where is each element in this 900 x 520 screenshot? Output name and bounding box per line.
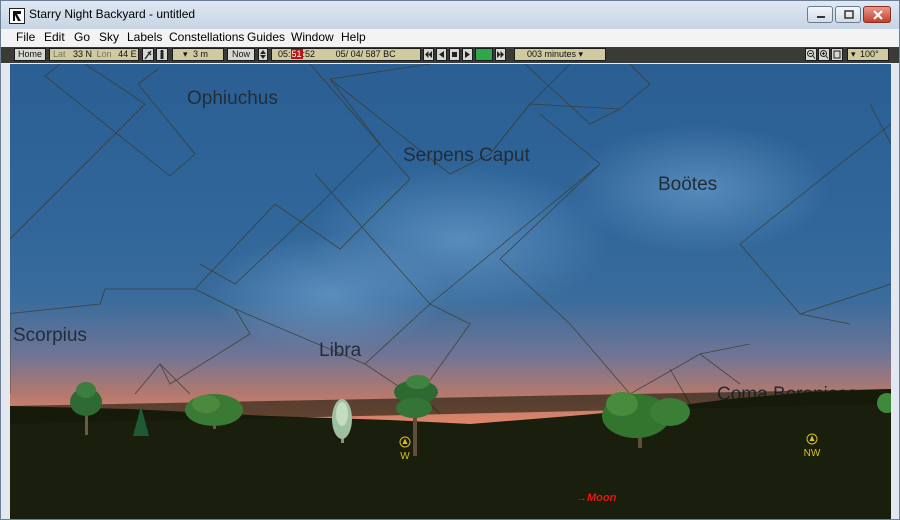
fov-value: 100° [860, 49, 879, 59]
home-button[interactable]: Home [14, 48, 46, 61]
chevron-down-icon: ▾ [578, 49, 584, 59]
menu-go[interactable]: Go [74, 30, 90, 44]
menu-constellations[interactable]: Constellations [169, 30, 244, 44]
maximize-button[interactable] [835, 6, 861, 23]
moon-label: Moon [587, 492, 617, 504]
elevation-dropdown[interactable]: ▾ 3 m [172, 48, 224, 61]
fov-dropdown[interactable]: ▾ 100° [847, 48, 889, 61]
title-bar[interactable]: Starry Night Backyard - untitled [1, 1, 899, 29]
app-window: Starry Night Backyard - untitled File Ed… [0, 0, 900, 520]
zoom-in-icon[interactable] [818, 48, 830, 61]
menu-bar: File Edit Go Sky Labels Constellations G… [1, 29, 899, 47]
location-display[interactable]: Lat 33 N Lon 44 E [49, 48, 139, 61]
compass-marker-icon [399, 436, 411, 448]
menu-window[interactable]: Window [291, 30, 334, 44]
time-step-dropdown[interactable]: 003 minutes ▾ [514, 48, 606, 61]
chevron-down-icon: ▾ [851, 49, 856, 59]
menu-help[interactable]: Help [341, 30, 366, 44]
close-button[interactable] [863, 6, 891, 23]
zoom-out-icon[interactable] [805, 48, 817, 61]
menu-file[interactable]: File [16, 30, 35, 44]
compass-point-nw: NW [801, 433, 823, 459]
fast-forward-button[interactable] [495, 48, 506, 61]
now-button[interactable]: Now [227, 48, 255, 61]
time-seconds: :52 [302, 49, 316, 59]
left-frame [1, 64, 10, 519]
right-frame [891, 64, 899, 519]
direction-label-nw: NW [803, 448, 821, 459]
lon-value: 44 E [118, 49, 137, 59]
compass-marker-icon [806, 433, 818, 445]
time-stepper[interactable] [258, 48, 268, 61]
time-step-value: 003 minutes [527, 49, 577, 59]
menu-guides[interactable]: Guides [247, 30, 285, 44]
date-value: 05/ 04/ 587 BC [335, 49, 396, 59]
window-title: Starry Night Backyard - untitled [29, 7, 196, 21]
zoom-box-icon[interactable] [831, 48, 843, 61]
viewpoint-icon[interactable] [142, 48, 154, 61]
time-hours: 05: [278, 49, 291, 59]
lat-value: 33 N [73, 49, 93, 59]
rewind-button[interactable] [423, 48, 434, 61]
direction-label-w: W [400, 451, 410, 462]
sky-view[interactable]: Ophiuchus Serpens Caput Boötes Scorpius … [10, 64, 891, 519]
compass-point-w: W [395, 436, 415, 462]
minimize-button[interactable] [807, 6, 833, 23]
stop-button[interactable] [449, 48, 460, 61]
lat-label: Lat [53, 49, 66, 59]
arrow-left-icon: → [576, 492, 587, 504]
app-logo-icon [9, 8, 25, 24]
moon-indicator[interactable]: →Moon [576, 492, 616, 504]
chevron-down-icon: ▾ [183, 49, 188, 59]
menu-labels[interactable]: Labels [127, 30, 162, 44]
landscape [10, 375, 891, 519]
lon-label: Lon [96, 49, 112, 59]
elevation-value: 3 m [193, 49, 209, 59]
menu-sky[interactable]: Sky [99, 30, 119, 44]
play-button[interactable] [462, 48, 473, 61]
realtime-button[interactable] [475, 48, 493, 61]
reverse-button[interactable] [436, 48, 447, 61]
figure-icon[interactable] [156, 48, 168, 61]
toolbar: Home Lat 33 N Lon 44 E ▾ 3 m Now 05:51:5… [1, 47, 899, 63]
time-minutes[interactable]: 51 [290, 49, 303, 59]
menu-edit[interactable]: Edit [44, 30, 65, 44]
datetime-display[interactable]: 05:51:52 05/ 04/ 587 BC [271, 48, 421, 61]
